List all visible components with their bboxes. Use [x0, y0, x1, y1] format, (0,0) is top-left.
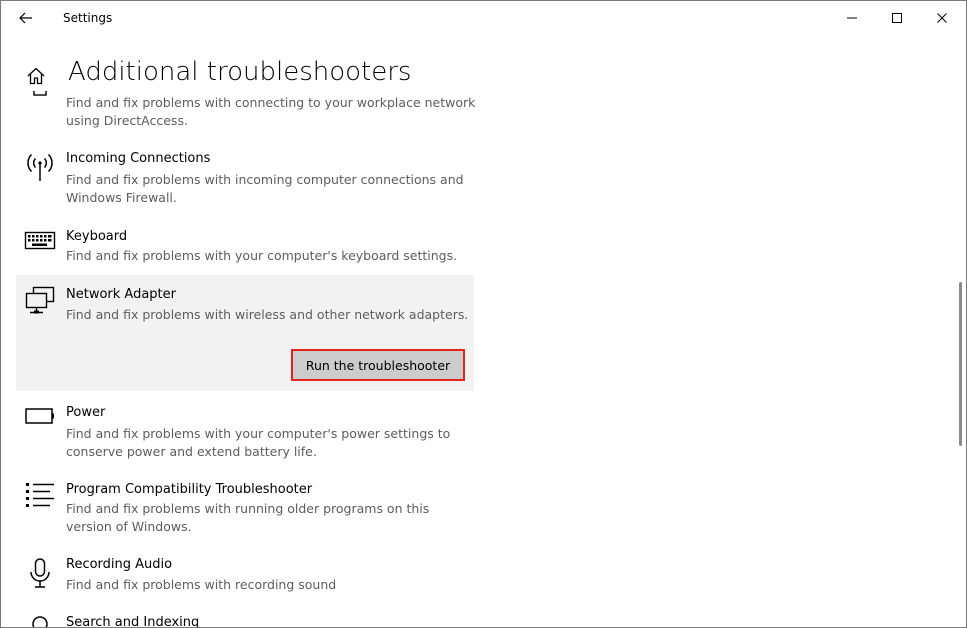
troubleshooter-title: Incoming Connections	[66, 151, 211, 166]
back-arrow-icon	[19, 12, 32, 24]
troubleshooter-desc: Find and fix problems with wireless and …	[66, 307, 469, 322]
troubleshooter-desc: Find and fix problems with connecting to…	[66, 95, 476, 128]
troubleshooter-list: Find and fix problems with connecting to…	[1, 91, 941, 628]
search-icon	[22, 613, 58, 627]
maximize-icon	[892, 13, 902, 23]
page-title: Additional troubleshooters	[68, 57, 412, 87]
troubleshooter-desc: Find and fix problems with your computer…	[66, 248, 458, 263]
troubleshooter-item-search-indexing[interactable]: Search and Indexing	[16, 613, 474, 628]
directaccess-icon	[22, 91, 58, 105]
troubleshooter-item-power[interactable]: Power Find and fix problems with your co…	[16, 403, 474, 465]
troubleshooter-title: Network Adapter	[66, 287, 176, 302]
troubleshooter-desc: Find and fix problems with running older…	[66, 501, 430, 534]
troubleshooter-desc: Find and fix problems with recording sou…	[66, 577, 337, 592]
battery-icon	[22, 405, 58, 441]
close-button[interactable]	[919, 1, 965, 35]
minimize-icon	[847, 17, 857, 19]
troubleshooter-title: Power	[66, 405, 106, 420]
troubleshooter-item-directaccess[interactable]: Find and fix problems with connecting to…	[16, 91, 476, 136]
network-adapter-icon	[22, 285, 58, 321]
window-title: Settings	[63, 11, 113, 25]
settings-window: Settings Additional troubleshooters Find…	[0, 0, 967, 628]
home-button[interactable]	[21, 61, 51, 91]
troubleshooter-item-program-compatibility[interactable]: Program Compatibility Troubleshooter Fin…	[16, 480, 474, 542]
microphone-icon	[22, 557, 58, 593]
maximize-button[interactable]	[874, 1, 920, 35]
run-troubleshooter-button[interactable]: Run the troubleshooter	[291, 349, 465, 381]
troubleshooter-title: Search and Indexing	[66, 615, 200, 628]
minimize-button[interactable]	[829, 1, 875, 35]
scrollbar-thumb[interactable]	[959, 282, 962, 446]
troubleshooter-title: Recording Audio	[66, 557, 173, 572]
troubleshooter-desc: Find and fix problems with your computer…	[66, 426, 451, 459]
close-icon	[937, 13, 947, 23]
title-bar: Settings	[1, 1, 966, 35]
home-icon	[27, 67, 45, 85]
troubleshooter-title: Keyboard	[66, 229, 128, 244]
troubleshooter-desc: Find and fix problems with incoming comp…	[66, 172, 464, 205]
troubleshooter-item-incoming-connections[interactable]: Incoming Connections Find and fix proble…	[16, 149, 474, 211]
list-icon	[22, 480, 58, 516]
antenna-icon	[22, 151, 58, 187]
back-button[interactable]	[9, 3, 43, 33]
troubleshooter-item-recording-audio[interactable]: Recording Audio Find and fix problems wi…	[16, 557, 474, 599]
troubleshooter-item-network-adapter[interactable]: Network Adapter Find and fix problems wi…	[16, 275, 474, 391]
keyboard-icon	[22, 229, 58, 265]
troubleshooter-item-keyboard[interactable]: Keyboard Find and fix problems with your…	[16, 227, 474, 269]
troubleshooter-title: Program Compatibility Troubleshooter	[66, 482, 313, 497]
